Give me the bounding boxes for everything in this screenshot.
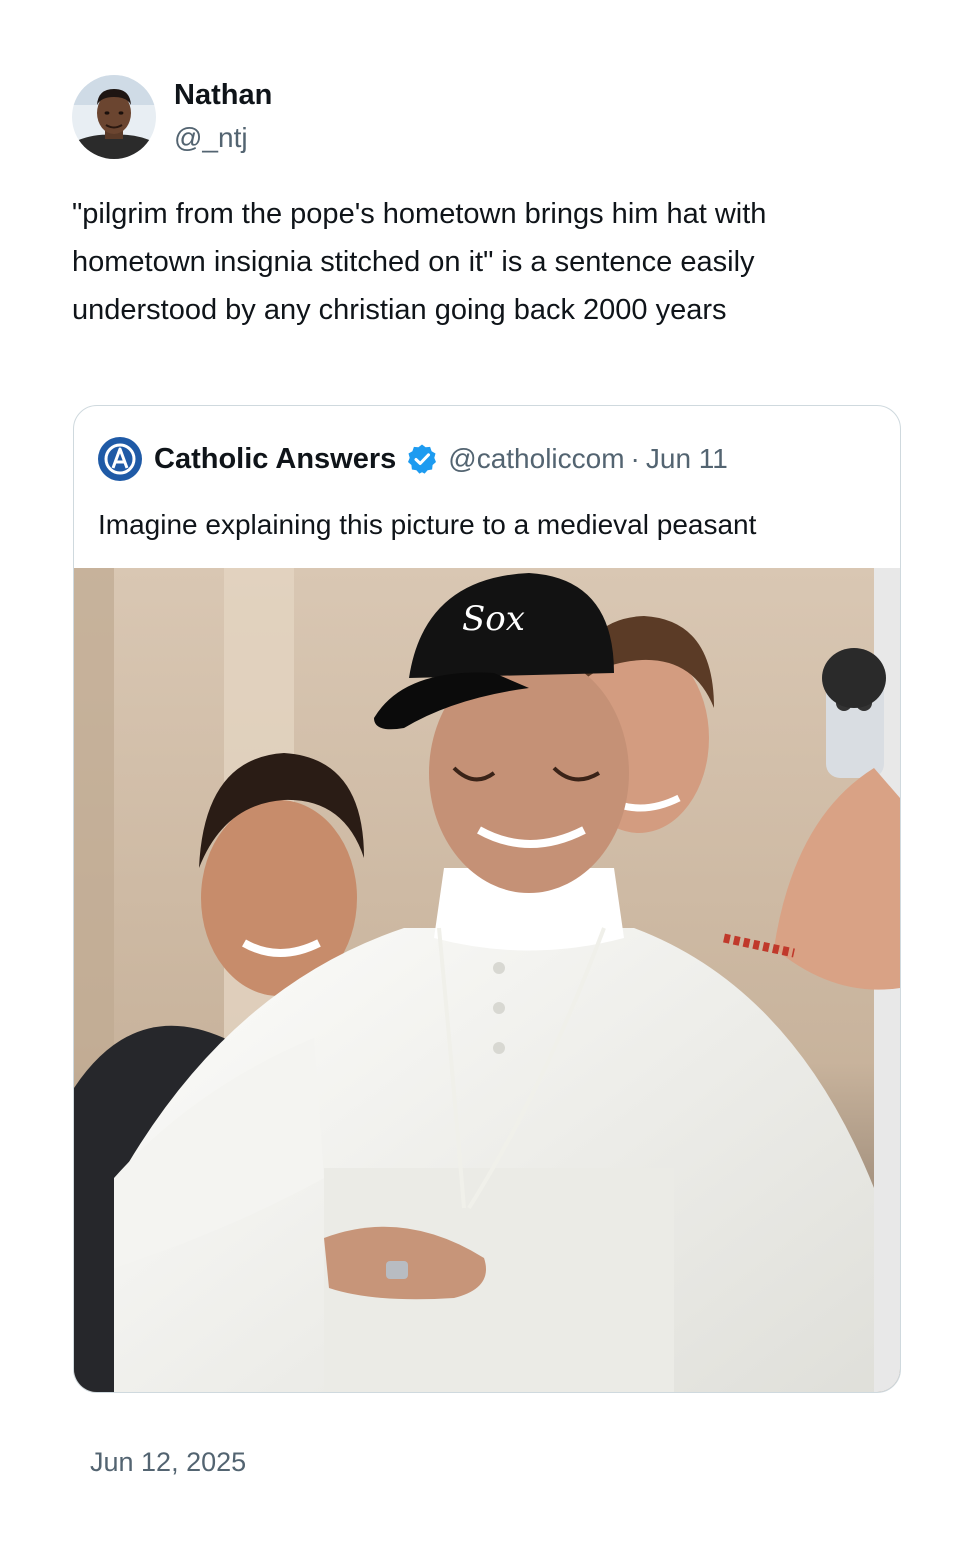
quoted-tweet-text: Imagine explaining this picture to a med… (98, 509, 757, 540)
catholic-answers-logo-icon[interactable] (98, 437, 142, 481)
pope-photo-image: Sox (74, 568, 900, 1392)
profile-photo-icon (72, 75, 156, 159)
author-display-name[interactable]: Nathan (174, 77, 272, 113)
quoted-handle[interactable]: @catholiccom (448, 443, 624, 475)
tweet-timestamp[interactable]: Jun 12, 2025 (90, 1444, 246, 1480)
cap-logo-text: Sox (462, 599, 525, 639)
quoted-tweet-photo[interactable]: Sox (74, 568, 900, 1392)
author-handle[interactable]: @_ntj (174, 119, 272, 157)
author-avatar[interactable] (72, 75, 156, 159)
quoted-tweet-card[interactable]: Catholic Answers @catholiccom · Jun 11 I… (73, 405, 901, 1393)
separator-dot: · (630, 443, 640, 474)
quoted-date[interactable]: Jun 11 (646, 443, 728, 475)
author-names: Nathan @_ntj (174, 77, 272, 157)
quoted-display-name[interactable]: Catholic Answers (154, 443, 396, 476)
tweet-author: Nathan @_ntj (72, 75, 272, 159)
verified-badge-icon (406, 443, 438, 475)
quoted-tweet-header: Catholic Answers @catholiccom · Jun 11 (98, 437, 728, 481)
tweet-text: "pilgrim from the pope's hometown brings… (72, 198, 767, 326)
